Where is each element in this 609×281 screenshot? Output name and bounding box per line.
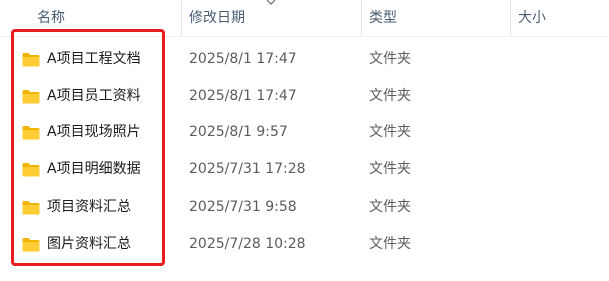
file-name[interactable]: A项目工程文档 <box>47 51 141 67</box>
file-date-modified: 2025/7/31 17:28 <box>189 161 306 177</box>
folder-icon <box>22 90 40 104</box>
column-header-bar: 名称 修改日期 类型 大小 <box>0 0 609 37</box>
file-row[interactable]: A项目员工资料 2025/8/1 17:47 文件夹 <box>14 78 604 114</box>
file-row[interactable]: A项目工程文档 2025/8/1 17:47 文件夹 <box>14 41 604 77</box>
file-name[interactable]: 图片资料汇总 <box>47 236 131 252</box>
folder-icon <box>22 201 40 215</box>
file-row[interactable]: A项目现场照片 2025/8/1 9:57 文件夹 <box>14 114 604 150</box>
column-header-date-modified[interactable]: 修改日期 <box>189 10 245 26</box>
folder-icon <box>22 163 40 177</box>
file-type: 文件夹 <box>369 236 411 252</box>
file-date-modified: 2025/7/28 10:28 <box>189 236 306 252</box>
file-row[interactable]: 图片资料汇总 2025/7/28 10:28 文件夹 <box>14 226 604 262</box>
file-name[interactable]: A项目明细数据 <box>47 161 141 177</box>
file-date-modified: 2025/8/1 17:47 <box>189 51 297 67</box>
file-type: 文件夹 <box>369 124 411 140</box>
file-date-modified: 2025/8/1 17:47 <box>189 88 297 104</box>
folder-icon <box>22 238 40 252</box>
file-date-modified: 2025/7/31 9:58 <box>189 199 297 215</box>
folder-icon <box>22 126 40 140</box>
file-date-modified: 2025/8/1 9:57 <box>189 124 288 140</box>
file-row[interactable]: 项目资料汇总 2025/7/31 9:58 文件夹 <box>14 189 604 225</box>
column-divider[interactable] <box>181 0 182 36</box>
file-name[interactable]: A项目现场照片 <box>47 124 141 140</box>
column-header-size[interactable]: 大小 <box>518 10 546 26</box>
column-header-name[interactable]: 名称 <box>37 10 65 26</box>
column-header-type[interactable]: 类型 <box>369 10 397 26</box>
column-divider[interactable] <box>510 0 511 36</box>
file-type: 文件夹 <box>369 199 411 215</box>
file-name[interactable]: 项目资料汇总 <box>47 199 131 215</box>
file-type: 文件夹 <box>369 51 411 67</box>
file-row[interactable]: A项目明细数据 2025/7/31 17:28 文件夹 <box>14 151 604 187</box>
folder-icon <box>22 53 40 67</box>
sort-chevron-icon <box>266 0 276 5</box>
file-name[interactable]: A项目员工资料 <box>47 88 141 104</box>
column-divider[interactable] <box>361 0 362 36</box>
file-explorer-list: 名称 修改日期 类型 大小 A项目工程文档 2025/8/1 17:47 文件夹… <box>0 0 609 281</box>
file-type: 文件夹 <box>369 88 411 104</box>
file-type: 文件夹 <box>369 161 411 177</box>
